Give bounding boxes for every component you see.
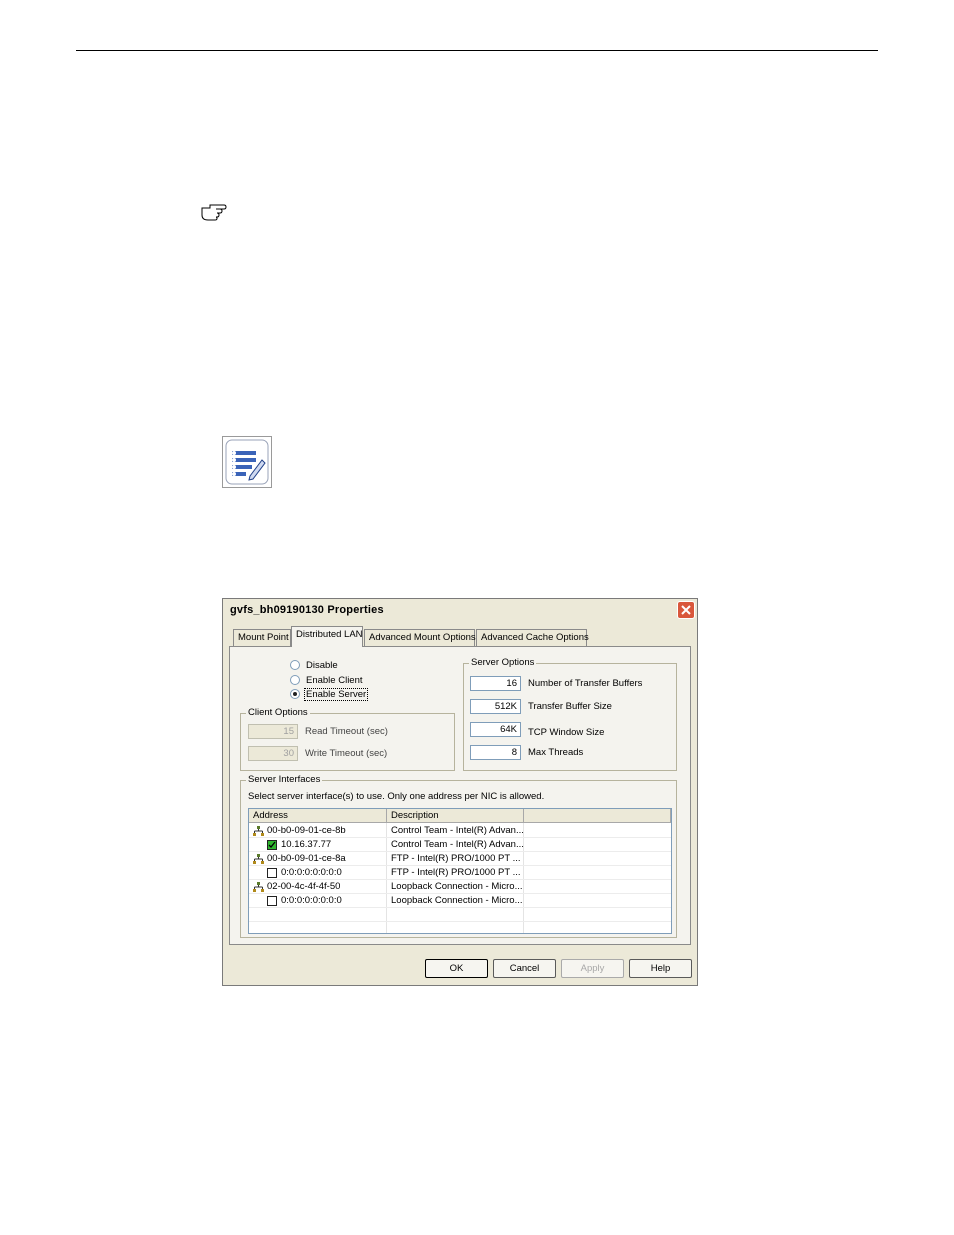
cancel-button[interactable]: Cancel — [493, 959, 556, 978]
dialog-title: gvfs_bh09190130 Properties — [230, 604, 384, 616]
empty-row — [249, 908, 671, 922]
close-icon — [681, 605, 691, 615]
network-icon — [253, 854, 264, 864]
address-cell: 00-b0-09-01-ce-8a — [267, 853, 346, 864]
address-cell: 0:0:0:0:0:0:0:0 — [281, 895, 342, 906]
description-cell: FTP - Intel(R) PRO/1000 PT ... — [391, 853, 521, 864]
max-threads-input[interactable]: 8 — [470, 745, 521, 760]
buffer-size-label: Transfer Buffer Size — [528, 701, 612, 712]
distributed-lan-panel: Disable Enable Client Enable Server Clie… — [229, 646, 691, 945]
close-button[interactable] — [677, 601, 695, 619]
description-column-header[interactable]: Description — [387, 809, 524, 823]
address-cell: 0:0:0:0:0:0:0:0 — [281, 867, 342, 878]
table-row[interactable]: 0:0:0:0:0:0:0:0 FTP - Intel(R) PRO/1000 … — [249, 866, 671, 880]
enable-client-label: Enable Client — [306, 675, 363, 686]
properties-dialog: gvfs_bh09190130 Properties Mount Point D… — [222, 598, 698, 986]
table-row[interactable]: 00-b0-09-01-ce-8b Control Team - Intel(R… — [249, 824, 671, 838]
enable-server-label: Enable Server — [304, 688, 369, 701]
max-threads-label: Max Threads — [528, 747, 584, 758]
buffer-size-input[interactable]: 512K — [470, 699, 521, 714]
tab-distributed-lan[interactable]: Distributed LAN — [291, 626, 363, 647]
write-timeout-input[interactable]: 30 — [248, 746, 298, 761]
read-timeout-input[interactable]: 15 — [248, 724, 298, 739]
address-cell: 10.16.37.77 — [281, 839, 332, 850]
address-cell: 00-b0-09-01-ce-8b — [267, 825, 346, 836]
disable-radio[interactable] — [290, 660, 300, 670]
tcp-window-label: TCP Window Size — [528, 727, 605, 738]
ok-button[interactable]: OK — [425, 959, 488, 978]
description-cell: Control Team - Intel(R) Advan... — [391, 825, 524, 836]
transfer-buffers-input[interactable]: 16 — [470, 676, 521, 691]
interface-checkbox[interactable] — [267, 896, 277, 906]
write-timeout-label: Write Timeout (sec) — [305, 748, 388, 759]
pointing-hand-icon — [200, 199, 228, 221]
tcp-window-input[interactable]: 64K — [470, 722, 521, 737]
interface-checkbox[interactable] — [267, 868, 277, 878]
description-cell: FTP - Intel(R) PRO/1000 PT ... — [391, 867, 521, 878]
client-options-group — [240, 713, 455, 771]
note-list-icon — [222, 436, 272, 488]
read-timeout-label: Read Timeout (sec) — [305, 726, 388, 737]
server-interfaces-legend: Server Interfaces — [246, 774, 323, 785]
table-row[interactable]: 0:0:0:0:0:0:0:0 Loopback Connection - Mi… — [249, 894, 671, 908]
extra-column-header[interactable] — [524, 809, 671, 823]
enable-client-radio[interactable] — [290, 675, 300, 685]
table-row[interactable]: 00-b0-09-01-ce-8a FTP - Intel(R) PRO/100… — [249, 852, 671, 866]
server-interfaces-list[interactable]: Address Description 00-b0-09-01-ce-8b Co… — [248, 808, 672, 934]
network-icon — [253, 882, 264, 892]
enable-server-radio[interactable] — [290, 689, 300, 699]
network-icon — [253, 826, 264, 836]
transfer-buffers-label: Number of Transfer Buffers — [528, 678, 643, 689]
description-cell: Loopback Connection - Micro... — [391, 881, 523, 892]
tab-mount-point[interactable]: Mount Point — [233, 629, 291, 646]
address-cell: 02-00-4c-4f-4f-50 — [267, 881, 341, 892]
help-button[interactable]: Help — [629, 959, 692, 978]
server-options-legend: Server Options — [469, 657, 537, 668]
title-bar: gvfs_bh09190130 Properties — [223, 599, 697, 621]
tab-advanced-mount-options[interactable]: Advanced Mount Options — [364, 629, 476, 646]
description-cell: Control Team - Intel(R) Advan... — [391, 839, 524, 850]
client-options-legend: Client Options — [246, 707, 310, 718]
disable-label: Disable — [306, 660, 338, 671]
check-icon — [268, 841, 276, 848]
address-column-header[interactable]: Address — [249, 809, 387, 823]
description-cell: Loopback Connection - Micro... — [391, 895, 523, 906]
interfaces-instruction: Select server interface(s) to use. Only … — [248, 791, 545, 802]
apply-button[interactable]: Apply — [561, 959, 624, 978]
table-row[interactable]: 02-00-4c-4f-4f-50 Loopback Connection - … — [249, 880, 671, 894]
table-row[interactable]: 10.16.37.77 Control Team - Intel(R) Adva… — [249, 838, 671, 852]
interface-checkbox[interactable] — [267, 840, 277, 850]
page-header-rule — [76, 50, 878, 51]
tab-advanced-cache-options[interactable]: Advanced Cache Options — [476, 629, 589, 646]
